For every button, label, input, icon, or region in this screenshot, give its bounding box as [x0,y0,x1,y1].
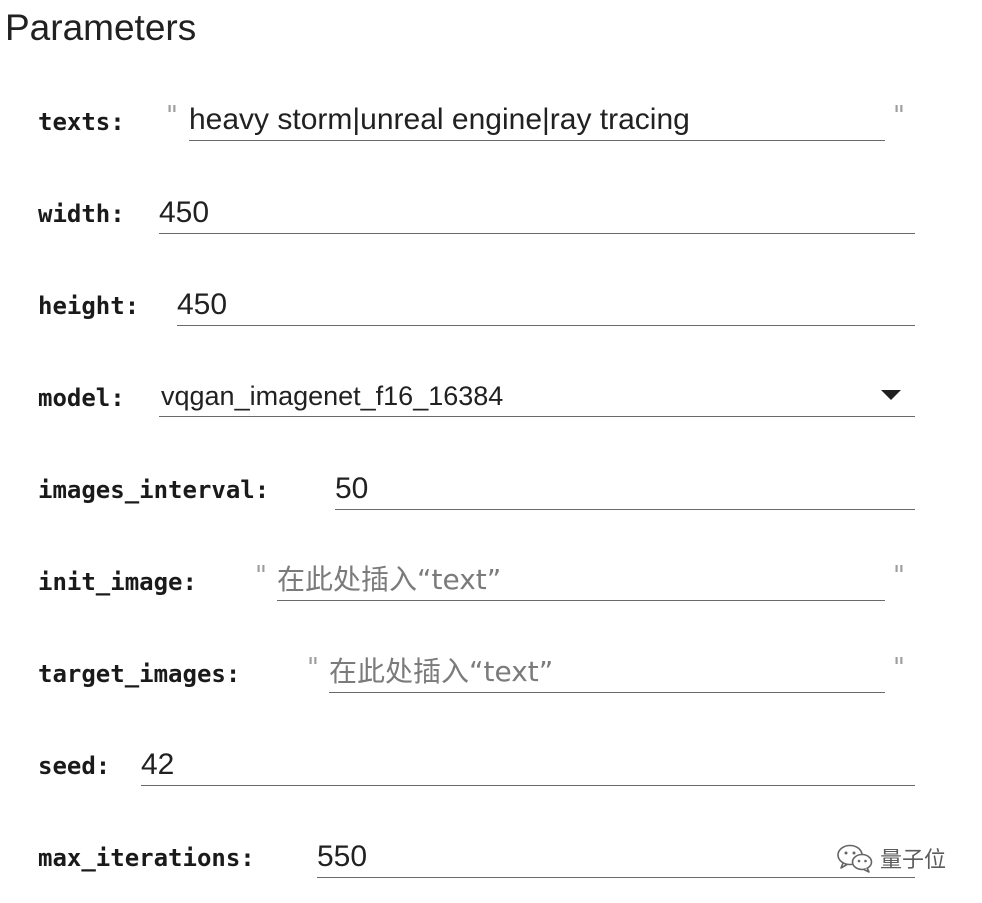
init-image-placeholder: 在此处插入“text” [277,563,502,596]
images-interval-label: images_interval: [38,476,270,504]
images-interval-input[interactable]: 50 [335,469,915,510]
height-input[interactable]: 450 [177,285,915,326]
texts-open-quote: " [166,101,178,131]
max-iterations-value: 550 [317,840,368,873]
texts-value: heavy storm|unreal engine|ray tracing [189,103,690,136]
images-interval-value: 50 [335,472,369,505]
target-images-input[interactable]: 在此处插入“text” [329,652,885,693]
param-row-model: model: vqgan_imagenet_f16_16384 [0,381,982,443]
chevron-down-icon[interactable] [881,390,901,400]
texts-close-quote: " [893,101,905,131]
param-row-images-interval: images_interval: 50 [0,472,982,535]
target-images-placeholder: 在此处插入“text” [329,655,554,688]
init-image-input[interactable]: 在此处插入“text” [277,560,885,601]
model-label: model: [38,384,125,412]
param-row-seed: seed: 42 [0,748,982,811]
param-row-init-image: init_image: " 在此处插入“text” " [0,561,982,627]
model-select[interactable]: vqgan_imagenet_f16_16384 [159,376,915,417]
width-value: 450 [159,196,210,229]
watermark-text: 量子位 [880,848,947,873]
init-image-close-quote: " [893,561,905,591]
width-input[interactable]: 450 [159,193,915,234]
seed-value: 42 [141,748,175,781]
texts-label: texts: [38,108,125,136]
init-image-open-quote: " [255,561,267,591]
watermark: 量子位 [836,842,946,874]
width-label: width: [38,200,125,228]
max-iterations-input[interactable]: 550 [317,837,915,878]
param-row-max-iterations: max_iterations: 550 [0,840,982,903]
seed-label: seed: [38,752,111,780]
seed-input[interactable]: 42 [141,745,915,786]
wechat-icon [836,843,874,873]
target-images-open-quote: " [307,653,319,683]
page-title: Parameters [5,7,197,48]
param-row-width: width: 450 [0,196,982,259]
target-images-close-quote: " [893,653,905,683]
target-images-label: target_images: [38,660,241,688]
param-row-texts: texts: " heavy storm|unreal engine|ray t… [0,101,982,167]
param-row-height: height: 450 [0,288,982,351]
param-row-target-images: target_images: " 在此处插入“text” " [0,653,982,719]
height-label: height: [38,292,140,320]
init-image-label: init_image: [38,568,197,596]
texts-input[interactable]: heavy storm|unreal engine|ray tracing [189,100,885,141]
height-value: 450 [177,288,228,321]
max-iterations-label: max_iterations: [38,844,255,872]
model-selected-value: vqgan_imagenet_f16_16384 [161,381,504,411]
